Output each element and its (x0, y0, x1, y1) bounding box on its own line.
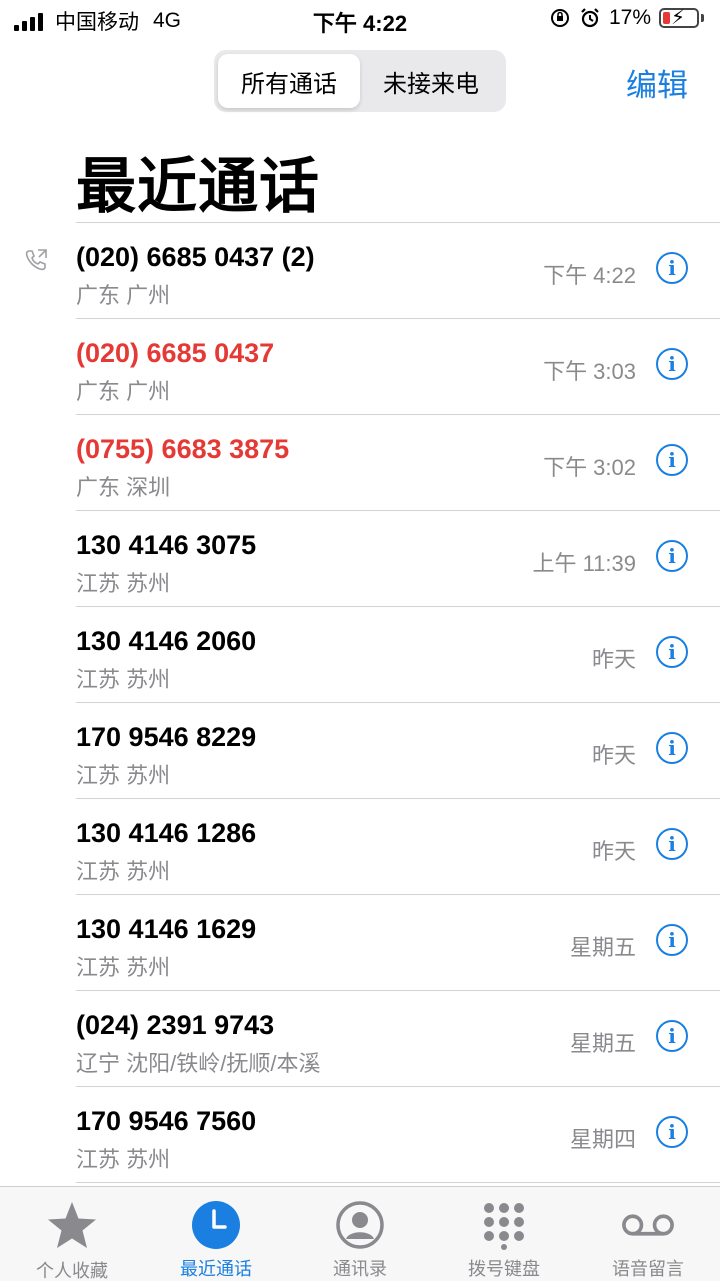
tab-label: 语音留言 (612, 1259, 684, 1279)
tab-favorites[interactable]: 个人收藏 (0, 1187, 144, 1281)
call-number: 130 4146 1286 (76, 818, 257, 848)
call-filter-segmented-control: 所有通话 未接来电 (214, 50, 506, 112)
call-number: 130 4146 3075 (76, 530, 257, 560)
page-title: 最近通话 (76, 153, 320, 220)
call-time: 下午 3:02 (543, 455, 636, 480)
info-icon[interactable]: i (656, 540, 688, 572)
call-number: 130 4146 2060 (76, 626, 257, 656)
tab-keypad[interactable]: 拨号键盘 (432, 1187, 576, 1281)
call-location: 江苏 苏州 (76, 1147, 171, 1172)
voicemail-icon (621, 1199, 675, 1251)
info-icon[interactable]: i (656, 252, 688, 284)
call-time: 昨天 (591, 743, 636, 768)
call-row[interactable]: 130 4146 1629 江苏 苏州 星期五 i (0, 894, 720, 990)
call-location: 江苏 苏州 (76, 667, 171, 692)
info-icon[interactable]: i (656, 924, 688, 956)
call-location: 江苏 苏州 (76, 571, 171, 596)
call-location: 江苏 苏州 (76, 763, 171, 788)
call-row[interactable]: 170 9546 8229 江苏 苏州 昨天 i (0, 702, 720, 798)
tab-label: 拨号键盘 (468, 1259, 540, 1279)
call-time: 下午 3:03 (543, 359, 636, 384)
outgoing-call-icon (25, 249, 47, 271)
tab-bar: 个人收藏 最近通话 通讯录 拨号键盘 语音留言 (0, 1186, 720, 1281)
info-icon[interactable]: i (656, 636, 688, 668)
tab-label: 个人收藏 (36, 1261, 108, 1281)
recent-calls-list: (020) 6685 0437 (2) 广东 广州 下午 4:22 i (020) 66… (0, 222, 720, 1183)
call-time: 下午 4:22 (543, 263, 636, 288)
call-time: 昨天 (591, 647, 636, 672)
call-number: 130 4146 1629 (76, 914, 257, 944)
call-location: 广东 广州 (76, 379, 171, 404)
call-location: 江苏 苏州 (76, 955, 171, 980)
battery-percent: 17% (608, 6, 651, 29)
segment-all-calls[interactable]: 所有通话 (218, 54, 360, 108)
info-icon[interactable]: i (656, 1116, 688, 1148)
call-number: 170 9546 7560 (76, 1106, 257, 1136)
call-time: 上午 11:39 (532, 551, 636, 576)
call-row[interactable]: (0755) 6683 3875 广东 深圳 下午 3:02 i (0, 414, 720, 510)
tab-label: 通讯录 (333, 1259, 387, 1279)
call-row[interactable]: (024) 2391 9743 辽宁 沈阳/铁岭/抚顺/本溪 星期五 i (0, 990, 720, 1086)
info-icon[interactable]: i (656, 732, 688, 764)
call-number: (020) 6685 0437 (2) (76, 242, 315, 272)
status-right: 17% ⚡ (549, 6, 704, 30)
orientation-lock-icon (550, 9, 569, 27)
call-location: 辽宁 沈阳/铁岭/抚顺/本溪 (76, 1051, 321, 1076)
call-row[interactable]: (020) 6685 0437 广东 广州 下午 3:03 i (0, 318, 720, 414)
call-number: (020) 6685 0437 (76, 338, 275, 368)
info-icon[interactable]: i (656, 444, 688, 476)
call-time: 昨天 (591, 839, 636, 864)
info-icon[interactable]: i (656, 348, 688, 380)
status-bar: 中国移动 4G 下午 4:22 17% ⚡ (0, 0, 720, 40)
call-number: (0755) 6683 3875 (76, 434, 290, 464)
info-icon[interactable]: i (656, 1020, 688, 1052)
contact-icon (333, 1199, 387, 1251)
tab-recents[interactable]: 最近通话 (144, 1187, 288, 1281)
info-icon[interactable]: i (656, 828, 688, 860)
keypad-icon (477, 1199, 531, 1251)
divider (76, 1182, 720, 1183)
call-row[interactable]: 170 9546 7560 江苏 苏州 星期四 i (0, 1086, 720, 1182)
clock-icon (189, 1199, 243, 1251)
call-time: 星期四 (569, 1127, 636, 1152)
segment-missed-calls[interactable]: 未接来电 (360, 54, 502, 108)
call-row[interactable]: 130 4146 2060 江苏 苏州 昨天 i (0, 606, 720, 702)
call-location: 广东 深圳 (76, 475, 171, 500)
call-row[interactable]: 130 4146 3075 江苏 苏州 上午 11:39 i (0, 510, 720, 606)
tab-label: 最近通话 (180, 1259, 252, 1279)
call-location: 广东 广州 (76, 283, 171, 308)
battery-icon: ⚡ (659, 7, 699, 29)
call-time: 星期五 (569, 935, 636, 960)
call-row[interactable]: 130 4146 1286 江苏 苏州 昨天 i (0, 798, 720, 894)
edit-button[interactable]: 编辑 (626, 60, 688, 105)
call-row[interactable]: (020) 6685 0437 (2) 广东 广州 下午 4:22 i (0, 222, 720, 318)
call-number: (024) 2391 9743 (76, 1010, 275, 1040)
battery-cap (701, 14, 704, 22)
tab-voicemail[interactable]: 语音留言 (576, 1187, 720, 1281)
tab-contacts[interactable]: 通讯录 (288, 1187, 432, 1281)
alarm-icon (581, 8, 599, 28)
call-time: 星期五 (569, 1031, 636, 1056)
call-location: 江苏 苏州 (76, 859, 171, 884)
call-number: 170 9546 8229 (76, 722, 257, 752)
star-icon (45, 1199, 99, 1253)
